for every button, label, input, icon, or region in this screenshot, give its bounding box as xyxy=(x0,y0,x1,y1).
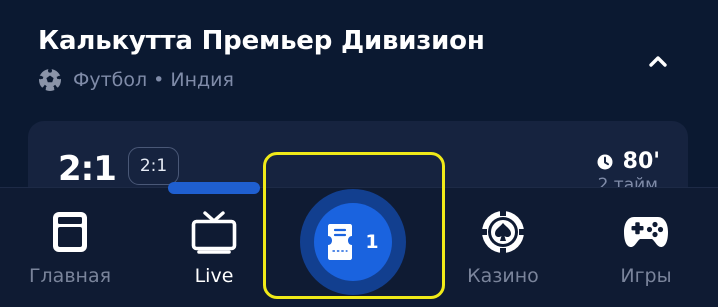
league-subtitle: Футбол • Индия xyxy=(38,66,234,94)
country-label: Индия xyxy=(170,69,234,91)
scroll-indicator xyxy=(168,182,260,194)
tv-icon xyxy=(191,211,237,254)
gamepad-icon xyxy=(624,217,668,247)
nav-item-casino[interactable]: Казино xyxy=(433,188,573,307)
nav-item-home[interactable]: Главная xyxy=(0,188,140,307)
sport-label: Футбол xyxy=(73,69,148,91)
match-minute: 80' xyxy=(622,149,660,174)
bet-slip-button[interactable]: 1 xyxy=(314,203,392,281)
soccer-ball-icon xyxy=(38,68,62,91)
nav-label-games: Игры xyxy=(620,265,672,287)
bet-slip-count: 1 xyxy=(365,231,379,253)
nav-label-casino: Казино xyxy=(467,265,539,287)
nav-label-home: Главная xyxy=(28,265,112,287)
collapse-button[interactable] xyxy=(640,46,676,76)
bet-slip: 1 xyxy=(262,151,446,299)
score-chip: 2:1 xyxy=(128,147,179,185)
ticket-icon xyxy=(328,224,353,260)
league-title: Калькутта Премьер Дивизион xyxy=(38,26,485,56)
match-time: 80' xyxy=(597,149,660,174)
clock-icon xyxy=(597,154,613,169)
casino-chip-icon xyxy=(482,211,524,253)
match-score: 2:1 xyxy=(58,149,117,189)
home-icon xyxy=(53,212,87,252)
chevron-up-icon xyxy=(649,56,667,67)
screen: Калькутта Премьер Дивизион Футбол • Инди… xyxy=(0,0,718,307)
nav-item-games[interactable]: Игры xyxy=(576,188,716,307)
separator-dot: • xyxy=(153,69,165,91)
